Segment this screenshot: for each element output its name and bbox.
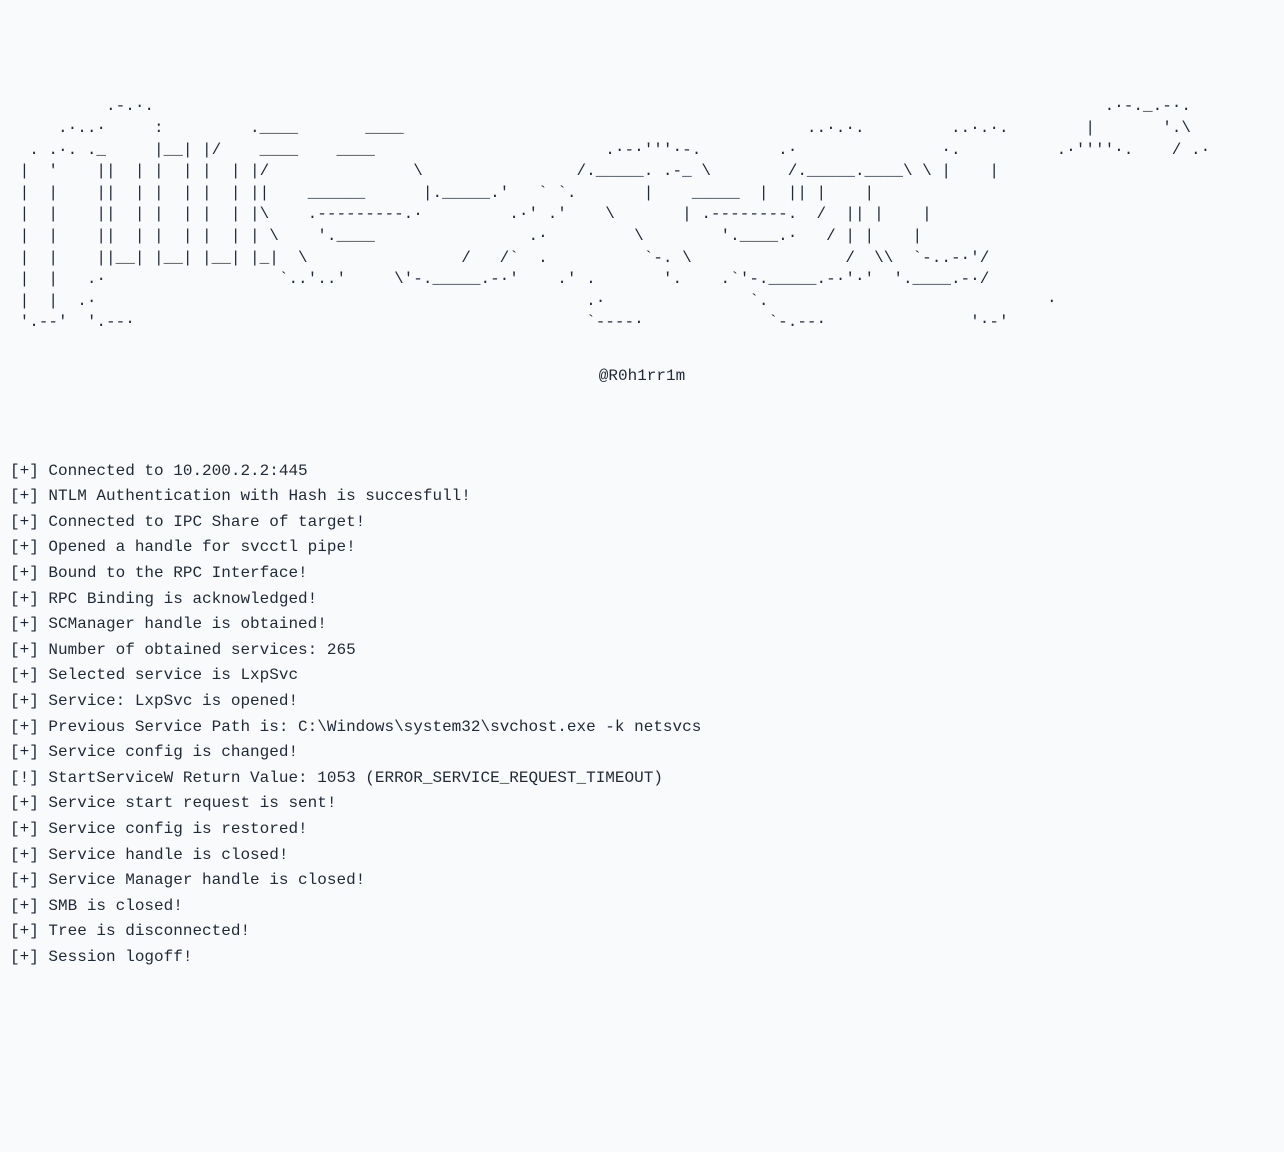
log-line: [+] Service Manager handle is closed! [10,868,1274,894]
log-prefix: [+] [10,615,39,633]
log-prefix: [+] [10,487,39,505]
log-message: StartServiceW Return Value: 1053 (ERROR_… [39,769,663,787]
log-line: [+] NTLM Authentication with Hash is suc… [10,484,1274,510]
log-prefix: [+] [10,462,39,480]
log-prefix: [+] [10,922,39,940]
log-prefix: [+] [10,897,39,915]
log-line: [+] Number of obtained services: 265 [10,638,1274,664]
log-prefix: [+] [10,948,39,966]
log-message: Opened a handle for svcctl pipe! [39,538,356,556]
log-line: [+] Service: LxpSvc is opened! [10,689,1274,715]
log-message: Service start request is sent! [39,794,337,812]
log-prefix: [+] [10,871,39,889]
log-line: [!] StartServiceW Return Value: 1053 (ER… [10,766,1274,792]
log-prefix: [+] [10,564,39,582]
log-message: SCManager handle is obtained! [39,615,327,633]
log-line: [+] SMB is closed! [10,894,1274,920]
log-line: [+] Tree is disconnected! [10,919,1274,945]
log-message: Connected to IPC Share of target! [39,513,365,531]
log-line: [+] Service start request is sent! [10,791,1274,817]
log-line: [+] RPC Binding is acknowledged! [10,587,1274,613]
log-prefix: [+] [10,641,39,659]
log-prefix: [+] [10,846,39,864]
log-message: Service: LxpSvc is opened! [39,692,298,710]
log-message: NTLM Authentication with Hash is succesf… [39,487,471,505]
log-message: Connected to 10.200.2.2:445 [39,462,308,480]
log-message: Selected service is LxpSvc [39,666,298,684]
log-line: [+] SCManager handle is obtained! [10,612,1274,638]
log-prefix: [+] [10,590,39,608]
log-line: [+] Session logoff! [10,945,1274,971]
log-message: Previous Service Path is: C:\Windows\sys… [39,718,702,736]
ascii-logo-banner: .-.·. .·-._.-·. .·..· : .____ ____ ..· [10,96,1274,334]
log-line: [+] Previous Service Path is: C:\Windows… [10,715,1274,741]
log-message: Service Manager handle is closed! [39,871,365,889]
log-message: Session logoff! [39,948,193,966]
log-prefix: [+] [10,718,39,736]
log-message: RPC Binding is acknowledged! [39,590,317,608]
log-line: [+] Opened a handle for svcctl pipe! [10,535,1274,561]
log-line: [+] Connected to 10.200.2.2:445 [10,459,1274,485]
log-line: [+] Selected service is LxpSvc [10,663,1274,689]
log-line: [+] Bound to the RPC Interface! [10,561,1274,587]
log-line: [+] Connected to IPC Share of target! [10,510,1274,536]
log-message: Number of obtained services: 265 [39,641,356,659]
log-output: [+] Connected to 10.200.2.2:445[+] NTLM … [10,459,1274,971]
log-message: Service config is restored! [39,820,308,838]
log-prefix: [+] [10,743,39,761]
log-message: Service handle is closed! [39,846,289,864]
log-prefix: [+] [10,513,39,531]
log-prefix: [+] [10,692,39,710]
log-prefix: [+] [10,666,39,684]
log-message: SMB is closed! [39,897,183,915]
log-message: Service config is changed! [39,743,298,761]
log-line: [+] Service config is restored! [10,817,1274,843]
log-line: [+] Service config is changed! [10,740,1274,766]
log-message: Bound to the RPC Interface! [39,564,308,582]
log-prefix: [+] [10,538,39,556]
log-prefix: [+] [10,794,39,812]
log-prefix: [!] [10,769,39,787]
log-message: Tree is disconnected! [39,922,250,940]
log-prefix: [+] [10,820,39,838]
log-line: [+] Service handle is closed! [10,843,1274,869]
author-handle: @R0h1rr1m [10,366,1274,388]
